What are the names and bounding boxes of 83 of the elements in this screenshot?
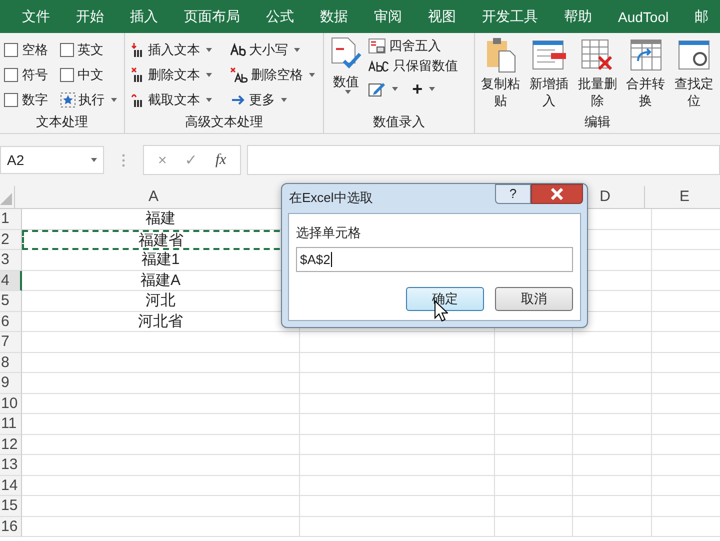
ribbon-tab[interactable]: 开发工具 (469, 8, 551, 26)
checkbox[interactable]: 英文 (60, 40, 120, 58)
caret-icon (281, 98, 288, 102)
close-button[interactable] (531, 184, 583, 204)
row-header[interactable]: 12 (0, 434, 22, 455)
merge-table-icon (628, 37, 664, 73)
ribbon-button[interactable]: 插入文本 (129, 40, 216, 58)
splitter-handle[interactable] (122, 154, 125, 166)
edit-dropdown[interactable] (368, 81, 398, 97)
group-label: 文本处理 (35, 113, 90, 131)
row-header[interactable]: 10 (0, 394, 22, 414)
insert-function-button[interactable]: fx (215, 152, 226, 168)
formula-field[interactable] (247, 145, 720, 175)
close-icon (550, 188, 564, 200)
ribbon-tab[interactable]: 帮助 (551, 8, 605, 26)
dialog-button[interactable]: 取消 (495, 287, 573, 311)
ribbon-button[interactable]: 四舍五入 (368, 37, 458, 55)
ribbon-tab[interactable]: 开始 (63, 8, 117, 26)
caret-icon (206, 72, 212, 76)
row-header[interactable]: 14 (0, 476, 22, 496)
pencil-square-icon (368, 81, 386, 97)
caret-icon (91, 158, 97, 162)
row-header[interactable]: 13 (0, 455, 22, 476)
ribbon-tab[interactable]: 视图 (415, 8, 469, 26)
row-header[interactable]: 2 (0, 230, 22, 250)
checkbox[interactable]: 中文 (60, 66, 120, 84)
help-button[interactable]: ? (495, 184, 531, 204)
group-label: 编辑 (583, 113, 612, 131)
ribbon-button[interactable]: 新增插入 (526, 37, 572, 113)
ribbon-button[interactable]: 大小写 (230, 40, 320, 58)
row-header[interactable]: 5 (0, 291, 22, 312)
ribbon-button[interactable]: 只保留数值 (368, 57, 458, 75)
row-header[interactable]: 3 (0, 250, 22, 270)
ribbon-button[interactable]: 复制粘贴 (478, 37, 523, 113)
caret-icon (392, 87, 398, 91)
caret-icon (206, 48, 212, 52)
number-button[interactable]: 数值 (328, 37, 364, 113)
row-header[interactable]: 16 (0, 516, 22, 537)
ribbon-tab[interactable]: AudTool (605, 8, 682, 24)
caret-icon (110, 98, 117, 102)
ribbon-tab[interactable]: 插入 (117, 8, 171, 26)
case-icon (230, 42, 246, 58)
checkbox[interactable]: 符号 (4, 66, 52, 84)
ribbon-tab[interactable]: 审阅 (361, 8, 415, 26)
column-header[interactable]: E (645, 186, 720, 208)
caret-icon (309, 72, 316, 76)
caret-icon (206, 98, 212, 102)
row-header[interactable]: 11 (0, 414, 22, 434)
ribbon-tab[interactable]: 文件 (9, 8, 63, 26)
abc-icon (368, 59, 390, 73)
row-header[interactable]: 9 (0, 373, 22, 394)
row-header[interactable]: 15 (0, 496, 22, 516)
ribbon-button[interactable]: 更多 (230, 90, 320, 108)
row-header[interactable]: 6 (0, 312, 22, 332)
input-field[interactable]: $A$2 (296, 247, 573, 272)
remove-space-icon (230, 66, 248, 82)
caret-icon (428, 87, 435, 91)
ribbon-tab[interactable]: 邮 (682, 8, 720, 26)
checkbox[interactable]: 空格 (4, 40, 52, 58)
ribbon-button[interactable]: 查找定位 (672, 37, 716, 113)
checkbox[interactable]: 数字 (4, 90, 52, 108)
caret-icon (344, 90, 351, 94)
group-label: 数值录入 (372, 113, 426, 131)
row-header[interactable]: 1 (0, 209, 22, 230)
select-all-corner[interactable] (0, 186, 15, 208)
ribbon-button[interactable]: 合并转换 (623, 37, 668, 113)
ribbon-button[interactable]: 截取文本 (129, 90, 216, 108)
row-header[interactable]: 4 (0, 270, 22, 291)
row-header[interactable]: 7 (0, 332, 22, 352)
document-check-icon (330, 37, 362, 71)
name-box[interactable]: A2 (0, 146, 104, 174)
ribbon-tab[interactable]: 数据 (307, 8, 361, 26)
ribbon-button[interactable]: 删除文本 (129, 66, 216, 84)
run-button[interactable]: 执行 (60, 90, 120, 108)
ribbon-button[interactable]: 批量删除 (575, 37, 620, 113)
percent-table-icon (368, 38, 386, 54)
group-label: 高级文本处理 (184, 113, 264, 131)
plus-dropdown[interactable]: + (412, 78, 435, 100)
row-header[interactable]: 8 (0, 352, 22, 373)
caret-icon (294, 48, 300, 52)
ribbon-button[interactable]: 删除空格 (230, 66, 320, 84)
ribbon-tab[interactable]: 公式 (253, 8, 307, 26)
ribbon-tab[interactable]: 页面布局 (171, 8, 253, 26)
